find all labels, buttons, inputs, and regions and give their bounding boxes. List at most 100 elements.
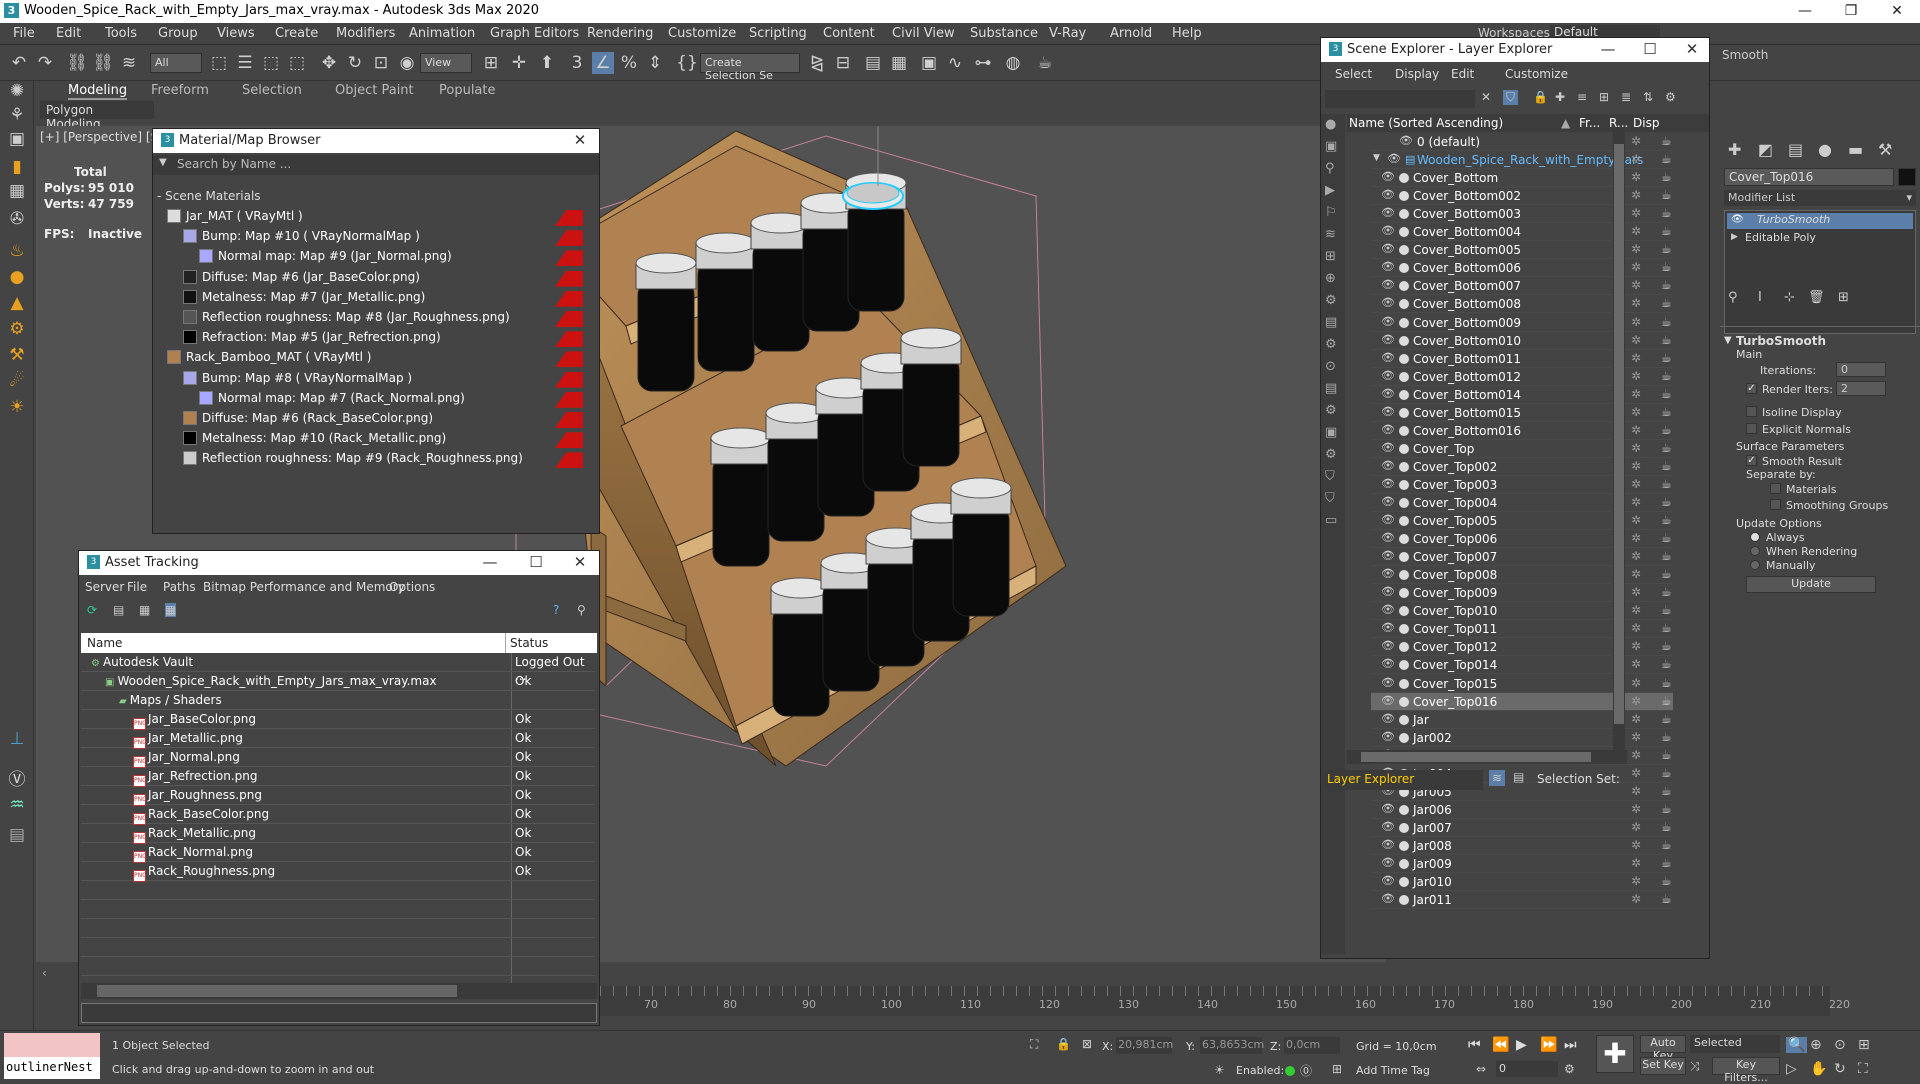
eye-icon[interactable]: 👁 [1381, 333, 1395, 346]
material-tree-item[interactable]: Bump: Map #10 ( VRayNormalMap ) [183, 229, 597, 247]
scene-object-item[interactable]: 👁 Cover_Top016 ✲ ☕ [1371, 692, 1673, 711]
stack-item-editable-poly[interactable]: Editable Poly [1727, 231, 1913, 247]
render-icon[interactable]: ☕ [1661, 423, 1672, 437]
menu-customize[interactable]: Customize [668, 26, 736, 41]
material-search-input[interactable]: Search by Name ... [177, 157, 291, 171]
eye-icon[interactable]: 👁 [1381, 712, 1395, 725]
freeze-icon[interactable]: ✲ [1631, 874, 1641, 888]
eye-icon[interactable]: 👁 [1387, 152, 1401, 165]
render-icon[interactable]: ☕ [1661, 315, 1672, 329]
render-setup-icon[interactable]: ☕ [1034, 52, 1056, 74]
jar-body[interactable] [697, 260, 755, 372]
freeze-icon[interactable]: ✲ [1631, 296, 1641, 310]
asset-menu-options[interactable]: Options [389, 580, 435, 594]
horizontal-scrollbar[interactable] [81, 983, 597, 999]
material-tree-item[interactable]: Normal map: Map #9 (Jar_Normal.png) [199, 249, 597, 267]
menu-civil-view[interactable]: Civil View [892, 26, 955, 41]
pivot-center-icon[interactable]: ⊞ [480, 52, 502, 74]
listener-icon[interactable]: ▤ [5, 825, 29, 847]
freeze-icon[interactable]: ✲ [1631, 242, 1641, 256]
freeze-icon[interactable]: ✲ [1631, 495, 1641, 509]
render-icon[interactable]: ☕ [1661, 369, 1672, 383]
stack-item-turbosmooth[interactable]: TurboSmooth [1727, 213, 1913, 229]
scene-object-item[interactable]: 👁 Jar ✲ ☕ [1371, 711, 1673, 729]
eye-icon[interactable]: 👁 [1381, 802, 1395, 815]
box-icon[interactable]: ▮ [5, 157, 29, 179]
key-selection-dropdown[interactable]: Selected [1690, 1035, 1780, 1053]
column-name[interactable]: Name [87, 636, 122, 650]
eye-icon[interactable]: 👁 [1381, 495, 1395, 508]
material-tree-item[interactable]: Refraction: Map #5 (Jar_Refrection.png) [183, 330, 597, 348]
vertical-scrollbar[interactable] [1613, 130, 1625, 750]
object-name-field[interactable]: Cover_Top016 [1724, 168, 1894, 186]
render-icon[interactable]: ☕ [1661, 730, 1672, 744]
freeze-icon[interactable]: ✲ [1631, 657, 1641, 671]
freeze-icon[interactable]: ✲ [1631, 802, 1641, 816]
jar-body[interactable] [772, 605, 830, 717]
zoom-all-icon[interactable]: ⊕ [1810, 1037, 1822, 1053]
eye-icon[interactable]: 👁 [1381, 405, 1395, 418]
orbit-icon[interactable]: ↻ [1834, 1061, 1846, 1077]
freeze-icon[interactable]: ✲ [1631, 423, 1641, 437]
render-icon[interactable]: ☕ [1661, 676, 1672, 690]
scene-object-item[interactable]: 👁 Cover_Bottom002 ✲ ☕ [1371, 187, 1673, 206]
maxscript-mini-listener[interactable]: outlinerNest [4, 1057, 100, 1079]
material-tree-item[interactable]: Diffuse: Map #6 (Rack_BaseColor.png) [183, 411, 597, 429]
render-icon[interactable]: ☕ [1661, 260, 1672, 274]
asset-row[interactable]: PNGRack_BaseColor.png Ok [81, 805, 595, 825]
time-tag-icon[interactable]: ⓪ [1300, 1062, 1312, 1079]
ribbon-tab-populate[interactable]: Populate [439, 83, 496, 98]
menu-scripting[interactable]: Scripting [749, 26, 807, 41]
scene-object-item[interactable]: 👁 Cover_Top010 ✲ ☕ [1371, 602, 1673, 621]
eye-icon[interactable]: 👁 [1381, 369, 1395, 382]
scene-object-item[interactable]: 👁 Cover_Top014 ✲ ☕ [1371, 656, 1673, 675]
menu-views[interactable]: Views [217, 26, 255, 41]
current-frame-field[interactable]: 0 [1496, 1061, 1558, 1077]
freeze-icon[interactable]: ✲ [1631, 892, 1641, 906]
close-icon[interactable]: ✕ [565, 553, 595, 571]
material-tree-item[interactable]: Jar_MAT ( VRayMtl ) [167, 209, 597, 227]
scene-object-item[interactable]: 👁 Cover_Top ✲ ☕ [1371, 440, 1673, 458]
freeze-icon[interactable]: ✲ [1631, 748, 1641, 762]
menu-substance[interactable]: Substance [970, 26, 1038, 41]
scene-object-item[interactable]: 👁 Cover_Top006 ✲ ☕ [1371, 530, 1673, 549]
scene-object-item[interactable]: 👁 Cover_Top008 ✲ ☕ [1371, 566, 1673, 585]
eye-icon[interactable]: 👁 [1381, 657, 1395, 670]
menu-tools[interactable]: Tools [105, 26, 137, 41]
spinner-snap-icon[interactable]: ⇕ [644, 52, 666, 74]
pin-icon[interactable]: ⚲ [577, 603, 586, 617]
menu-content[interactable]: Content [823, 26, 875, 41]
scene-object-item[interactable]: 👁 Cover_Bottom016 ✲ ☕ [1371, 422, 1673, 440]
asset-menu-file[interactable]: File [127, 580, 147, 594]
scene-object-item[interactable]: 👁 Jar010 ✲ ☕ [1371, 873, 1673, 892]
create-tab-icon[interactable]: ✚ [1728, 140, 1741, 159]
material-tree-item[interactable]: Reflection roughness: Map #9 (Rack_Rough… [183, 451, 597, 469]
scene-object-item[interactable]: 👁 Cover_Bottom008 ✲ ☕ [1371, 295, 1673, 314]
scene-object-item[interactable]: 👁 Cover_Bottom010 ✲ ☕ [1371, 332, 1673, 350]
zoom-extents-icon[interactable]: ⊙ [1834, 1037, 1846, 1053]
pan-icon[interactable]: ✋ [1810, 1061, 1827, 1077]
explorer-type-dropdown[interactable]: Layer Explorer [1323, 770, 1483, 790]
maxscript-icon[interactable]: ♒ [5, 795, 29, 817]
eye-icon[interactable]: 👁 [1381, 224, 1395, 237]
isoline-checkbox[interactable] [1746, 406, 1757, 417]
list-view-icon[interactable]: ▤ [113, 603, 124, 617]
asset-menu-server[interactable]: Server [85, 580, 124, 594]
jar-cap-top[interactable] [635, 252, 697, 274]
render-icon[interactable]: ☕ [1661, 603, 1672, 617]
asset-row[interactable]: PNGJar_Refrection.png Ok [81, 767, 595, 787]
scene-object-item[interactable]: 👁 Jar011 ✲ ☕ [1371, 891, 1673, 910]
turbosmooth-rollout-title[interactable]: TurboSmooth [1736, 334, 1826, 348]
menu-v-ray[interactable]: V-Ray [1049, 26, 1086, 41]
eye-icon[interactable]: 👁 [1381, 242, 1395, 255]
select-manipulate-icon[interactable]: ✛ [508, 52, 530, 74]
render-icon[interactable]: ☕ [1661, 152, 1672, 166]
render-icon[interactable]: ☕ [1661, 477, 1672, 491]
layer-explorer-icon[interactable]: ▦ [888, 52, 910, 74]
go-to-end-icon[interactable]: ⏭ [1564, 1037, 1577, 1053]
scene-object-item[interactable]: 👁 Jar007 ✲ ☕ [1371, 819, 1673, 837]
previous-frame-icon[interactable]: ⏪ [1492, 1037, 1509, 1053]
freeze-icon[interactable]: ✲ [1631, 188, 1641, 202]
lock-selection-icon[interactable]: 🔒 [1056, 1037, 1071, 1051]
object-color-swatch[interactable] [1898, 168, 1916, 186]
